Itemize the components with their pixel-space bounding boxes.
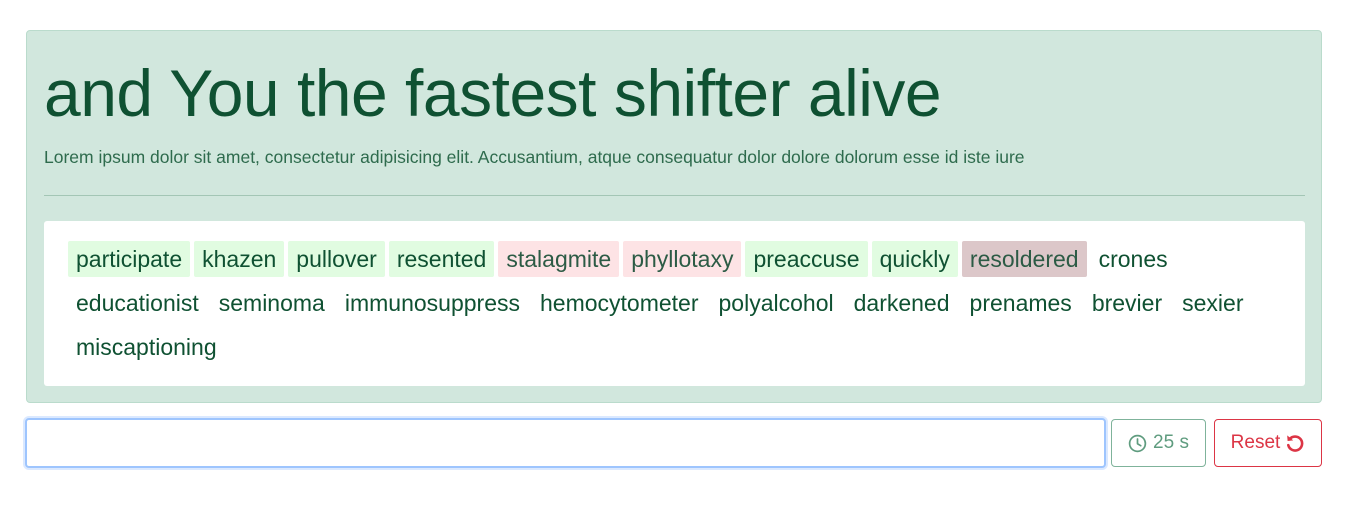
timer-display: 25 s (1111, 419, 1206, 467)
word-correct: resented (388, 241, 495, 277)
timer-label: 25 s (1153, 432, 1189, 453)
word-incorrect: phyllotaxy (623, 241, 742, 277)
word-pending: sexier (1182, 290, 1244, 316)
word-pending: darkened (853, 290, 950, 316)
clock-icon (1128, 434, 1147, 452)
word-pending: immunosuppress (344, 290, 520, 316)
word-pending: polyalcohol (718, 290, 834, 316)
reset-label: Reset (1230, 432, 1281, 453)
word-pending: educationist (76, 290, 199, 316)
word-correct: participate (68, 241, 191, 277)
word-list-panel: participate khazen pullover resented stalagm… (44, 221, 1305, 386)
word-pending: crones (1098, 246, 1168, 272)
word-list: participate khazen pullover resented stalagm… (68, 241, 1281, 365)
page-subtitle: Lorem ipsum dolor sit amet, consectetur … (44, 147, 1025, 167)
page-title: and You the fastest shifter alive (44, 56, 942, 130)
word-pending: miscaptioning (76, 334, 217, 360)
word-pending: prenames (969, 290, 1072, 316)
word-pending: brevier (1091, 290, 1163, 316)
typing-input[interactable] (25, 418, 1106, 468)
word-correct: quickly (871, 241, 958, 277)
word-incorrect: stalagmite (498, 241, 620, 277)
word-correct: preaccuse (745, 241, 868, 277)
word-current: resoldered (961, 241, 1087, 277)
word-pending: hemocytometer (540, 290, 699, 316)
divider (44, 195, 1305, 196)
word-correct: khazen (194, 241, 285, 277)
reset-button[interactable]: Reset (1214, 419, 1322, 467)
header-panel: and You the fastest shifter alive Lorem … (26, 30, 1322, 403)
undo-icon (1287, 435, 1304, 452)
word-pending: seminoma (218, 290, 325, 316)
word-correct: pullover (288, 241, 385, 277)
